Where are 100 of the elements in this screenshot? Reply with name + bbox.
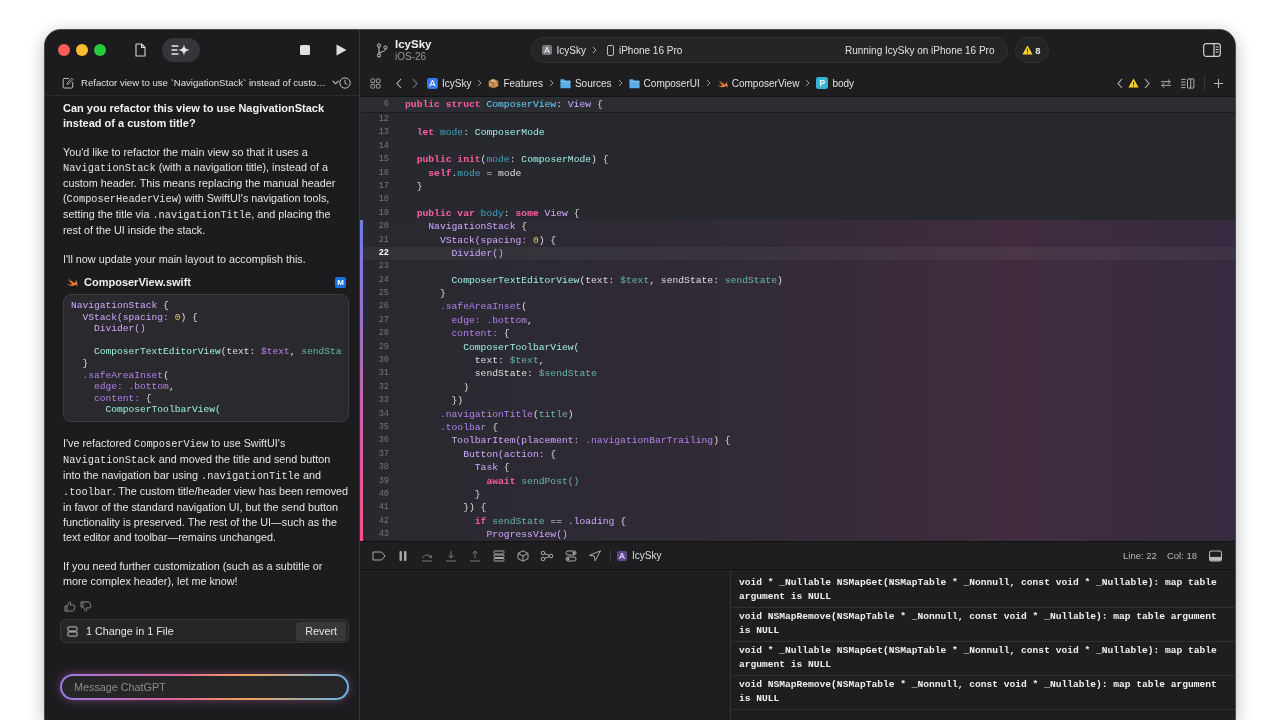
line-number: 24 — [377, 273, 389, 287]
code-line: NavigationStack { — [428, 221, 528, 233]
warnings-button[interactable]: 8 — [1014, 37, 1049, 63]
console-message: void * _Nullable NSMapGet(NSMapTable * _Nonnull, const void * _Nullable): map table argument is NULL — [731, 574, 1235, 608]
forward-icon[interactable] — [412, 77, 418, 89]
line-number: 43 — [377, 528, 389, 541]
thumbs-up-icon[interactable] — [64, 600, 76, 612]
line-number: 27 — [377, 313, 389, 327]
code-line: ComposerToolbarView( — [463, 341, 580, 353]
line-number: 18 — [377, 193, 389, 207]
back-icon[interactable] — [396, 77, 402, 89]
line-number: 33 — [377, 394, 389, 408]
panel-toggle-icon[interactable] — [1209, 549, 1222, 562]
app-icon — [617, 550, 627, 561]
line-number: 38 — [377, 461, 389, 475]
line-number: 40 — [377, 487, 389, 501]
project-name[interactable]: IcySky — [395, 37, 432, 51]
code-line: VStack(spacing: 0) { — [439, 234, 557, 246]
compose-icon[interactable] — [62, 76, 74, 89]
grid-icon[interactable] — [370, 77, 381, 89]
line-number: 13 — [377, 126, 389, 140]
breadcrumb-item[interactable]: Sources — [559, 77, 612, 89]
phone-icon — [606, 44, 614, 56]
assistant-toggle[interactable] — [162, 38, 200, 62]
stacked-layers-icon[interactable] — [492, 549, 506, 562]
code-line: } — [474, 488, 481, 500]
document-icon[interactable] — [135, 43, 146, 57]
conversation-title[interactable]: Refactor view to use `NavigationStack` instead of custo… — [81, 77, 326, 88]
zoom-button[interactable] — [94, 44, 106, 56]
line-number: 31 — [377, 367, 389, 381]
swap-arrows-icon[interactable] — [1160, 77, 1172, 89]
cube-icon[interactable] — [516, 549, 530, 562]
code-line: public init(mode: ComposerMode) { — [416, 154, 609, 166]
graph-icon[interactable] — [540, 549, 554, 562]
breakpoint-icon[interactable] — [372, 549, 386, 562]
line-number: 22 — [377, 246, 389, 260]
branch-name[interactable]: iOS-26 — [395, 50, 432, 63]
line-number: 29 — [377, 340, 389, 354]
play-icon[interactable] — [336, 44, 347, 56]
line-number: 6 — [382, 98, 389, 111]
add-icon[interactable] — [1214, 78, 1223, 88]
close-button[interactable] — [58, 44, 70, 56]
answer-text: I'll now update your main layout to accomplish this. — [63, 252, 307, 267]
line-number: 15 — [377, 153, 389, 167]
warning-icon — [1022, 45, 1034, 55]
minimize-button[interactable] — [76, 44, 88, 56]
message-input[interactable]: Message ChatGPT — [60, 674, 349, 700]
breadcrumb-item[interactable]: ComposerView — [716, 77, 800, 89]
app-icon — [541, 45, 552, 55]
code-line: content: { — [451, 328, 510, 340]
chevron-icon — [591, 46, 597, 54]
chevron-down-icon[interactable] — [331, 80, 339, 85]
scheme-selector[interactable]: IcySky — [541, 44, 586, 56]
line-number: 17 — [377, 179, 389, 193]
swift-icon — [716, 77, 728, 89]
code-line: } — [439, 288, 446, 300]
symbol-badge: P — [816, 77, 829, 89]
location-arrow-icon[interactable] — [588, 549, 602, 562]
breadcrumb-item[interactable]: ComposerUI — [628, 77, 700, 89]
code-line: ComposerTextEditorView(text: $text, sendState: sendState) — [451, 274, 783, 286]
code-line: ProgressView() — [486, 529, 568, 541]
inspector-toggle-icon[interactable] — [1203, 43, 1221, 57]
next-issue-icon[interactable] — [1144, 77, 1150, 89]
code-line: }) — [451, 395, 464, 407]
revert-button[interactable]: Revert — [296, 621, 346, 641]
destination-selector[interactable]: iPhone 16 Pro — [602, 44, 683, 56]
code-line: VStack(spacing: 0) { — [82, 311, 198, 323]
line-number: 34 — [377, 407, 389, 421]
folder-icon — [559, 77, 571, 89]
chevron-icon — [477, 79, 483, 87]
step-out-icon[interactable] — [468, 549, 482, 562]
line-number: 14 — [377, 139, 389, 153]
chevron-icon — [548, 79, 554, 87]
console-message: void NSMapRemove(NSMapTable * _Nonnull, const void * _Nullable): map table argument is NULL — [731, 676, 1235, 710]
warning-icon[interactable] — [1128, 78, 1139, 88]
answer-text: I've refactored ComposerView to use SwiftUI's NavigationStack and moved the title and send button into the navigation bar using .navigationTitle and .toolbar. The custom title/header view has been removed in favor of the standard navigation UI, but the send button functionality is preserved. The rest of the UI—such as the text editor and toolbar—remains unchanged. — [63, 435, 349, 545]
clock-icon[interactable] — [339, 76, 351, 89]
breadcrumb-item[interactable]: Features — [488, 77, 543, 89]
code-line: ComposerTextEditorView(text: $text, sendSta — [94, 346, 342, 358]
breadcrumb-item[interactable]: P body — [816, 77, 855, 89]
code-line: .safeAreaInset( — [82, 369, 169, 381]
line-number: 35 — [377, 421, 389, 434]
debug-target[interactable]: IcySky — [617, 550, 662, 561]
cursor-line: Line: 22 — [1123, 550, 1157, 561]
answer-text: You'd like to refactor the main view so that it uses a NavigationStack (with a navigation title), instead of a custom header. This means replacing the manual header (ComposerHeaderView) with SwiftUI's navigation tools, setting the title via .navigationTitle, and placing the rest of the UI inside the stack. — [63, 145, 337, 238]
code-line: .safeAreaInset( — [439, 301, 528, 313]
toggles-icon[interactable] — [564, 549, 578, 562]
stack-icon — [67, 625, 78, 637]
code-line: self.mode = mode — [428, 167, 522, 179]
swift-icon — [66, 277, 78, 287]
changes-summary[interactable]: 1 Change in 1 File — [86, 625, 174, 637]
thumbs-down-icon[interactable] — [80, 600, 92, 612]
file-name[interactable]: ComposerView.swift — [84, 276, 191, 288]
previous-issue-icon[interactable] — [1117, 77, 1123, 89]
breadcrumb-item[interactable]: IcySky — [427, 77, 472, 89]
code-line: public var body: some View { — [416, 207, 580, 219]
editor-options-icon[interactable] — [1180, 77, 1195, 89]
line-number: 28 — [377, 327, 389, 341]
console-message: void * _Nullable NSMapGet(NSMapTable * _Nonnull, const void * _Nullable): map table argument is NULL — [731, 642, 1235, 676]
step-into-icon[interactable] — [444, 549, 458, 562]
